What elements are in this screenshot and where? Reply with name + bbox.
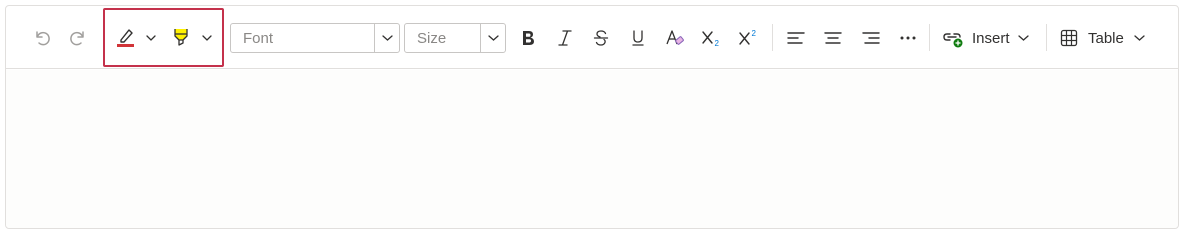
- chevron-down-icon: [1134, 35, 1145, 41]
- chevron-down-icon: [1017, 35, 1029, 41]
- clear-format-icon: [666, 30, 684, 45]
- toolbar-divider: [929, 24, 930, 51]
- table-icon: [1060, 29, 1078, 47]
- insert-label: Insert: [972, 29, 1010, 47]
- italic-icon: [558, 30, 572, 46]
- chevron-down-icon: [381, 35, 393, 41]
- toolbar-divider: [1046, 24, 1047, 51]
- formatting-toolbar: Font Size 2 2 Insert Table: [6, 6, 1178, 69]
- more-options-button[interactable]: [896, 26, 920, 50]
- italic-button[interactable]: [554, 26, 576, 50]
- highlight-dropdown[interactable]: [200, 30, 214, 46]
- font-color-dropdown[interactable]: [144, 30, 158, 46]
- rich-text-editor: Font Size 2 2 Insert Table: [5, 5, 1179, 229]
- highlight-icon: [174, 29, 188, 46]
- clear-formatting-button[interactable]: [663, 26, 687, 50]
- table-menu-button[interactable]: Table: [1060, 24, 1152, 52]
- font-color-icon: [117, 29, 134, 47]
- subscript-icon: 2: [702, 31, 720, 48]
- align-center-icon: [824, 32, 842, 44]
- bold-button[interactable]: [517, 26, 539, 50]
- editor-content-area[interactable]: [6, 70, 1178, 228]
- highlight-button[interactable]: [170, 24, 192, 50]
- toolbar-divider: [772, 24, 773, 51]
- size-select[interactable]: Size: [404, 23, 506, 53]
- svg-text:2: 2: [752, 29, 757, 38]
- undo-icon: [36, 31, 50, 46]
- chevron-down-icon: [146, 35, 156, 41]
- chevron-down-icon: [202, 35, 212, 41]
- underline-icon: [632, 30, 644, 46]
- font-select[interactable]: Font: [230, 23, 400, 53]
- size-select-value: Size: [417, 29, 447, 47]
- insert-menu-button[interactable]: Insert: [942, 24, 1042, 52]
- align-right-icon: [862, 32, 880, 44]
- superscript-icon: 2: [739, 29, 757, 45]
- more-icon: [900, 36, 916, 40]
- font-color-button[interactable]: [115, 24, 137, 50]
- strikethrough-icon: [593, 30, 609, 46]
- redo-button[interactable]: [66, 26, 90, 50]
- insert-link-icon: [943, 33, 963, 48]
- svg-text:2: 2: [715, 39, 720, 48]
- subscript-button[interactable]: 2: [700, 26, 724, 50]
- redo-icon: [70, 31, 84, 46]
- align-left-icon: [787, 32, 805, 44]
- superscript-button[interactable]: 2: [737, 26, 761, 50]
- table-label: Table: [1088, 29, 1124, 47]
- align-left-button[interactable]: [784, 26, 808, 50]
- font-select-arrow: [374, 24, 399, 52]
- size-select-arrow: [480, 24, 505, 52]
- strikethrough-button[interactable]: [590, 26, 612, 50]
- chevron-down-icon: [487, 35, 499, 41]
- align-center-button[interactable]: [821, 26, 845, 50]
- underline-button[interactable]: [627, 26, 649, 50]
- bold-icon: [523, 31, 534, 45]
- undo-button[interactable]: [30, 26, 54, 50]
- font-select-value: Font: [243, 29, 274, 47]
- align-right-button[interactable]: [859, 26, 883, 50]
